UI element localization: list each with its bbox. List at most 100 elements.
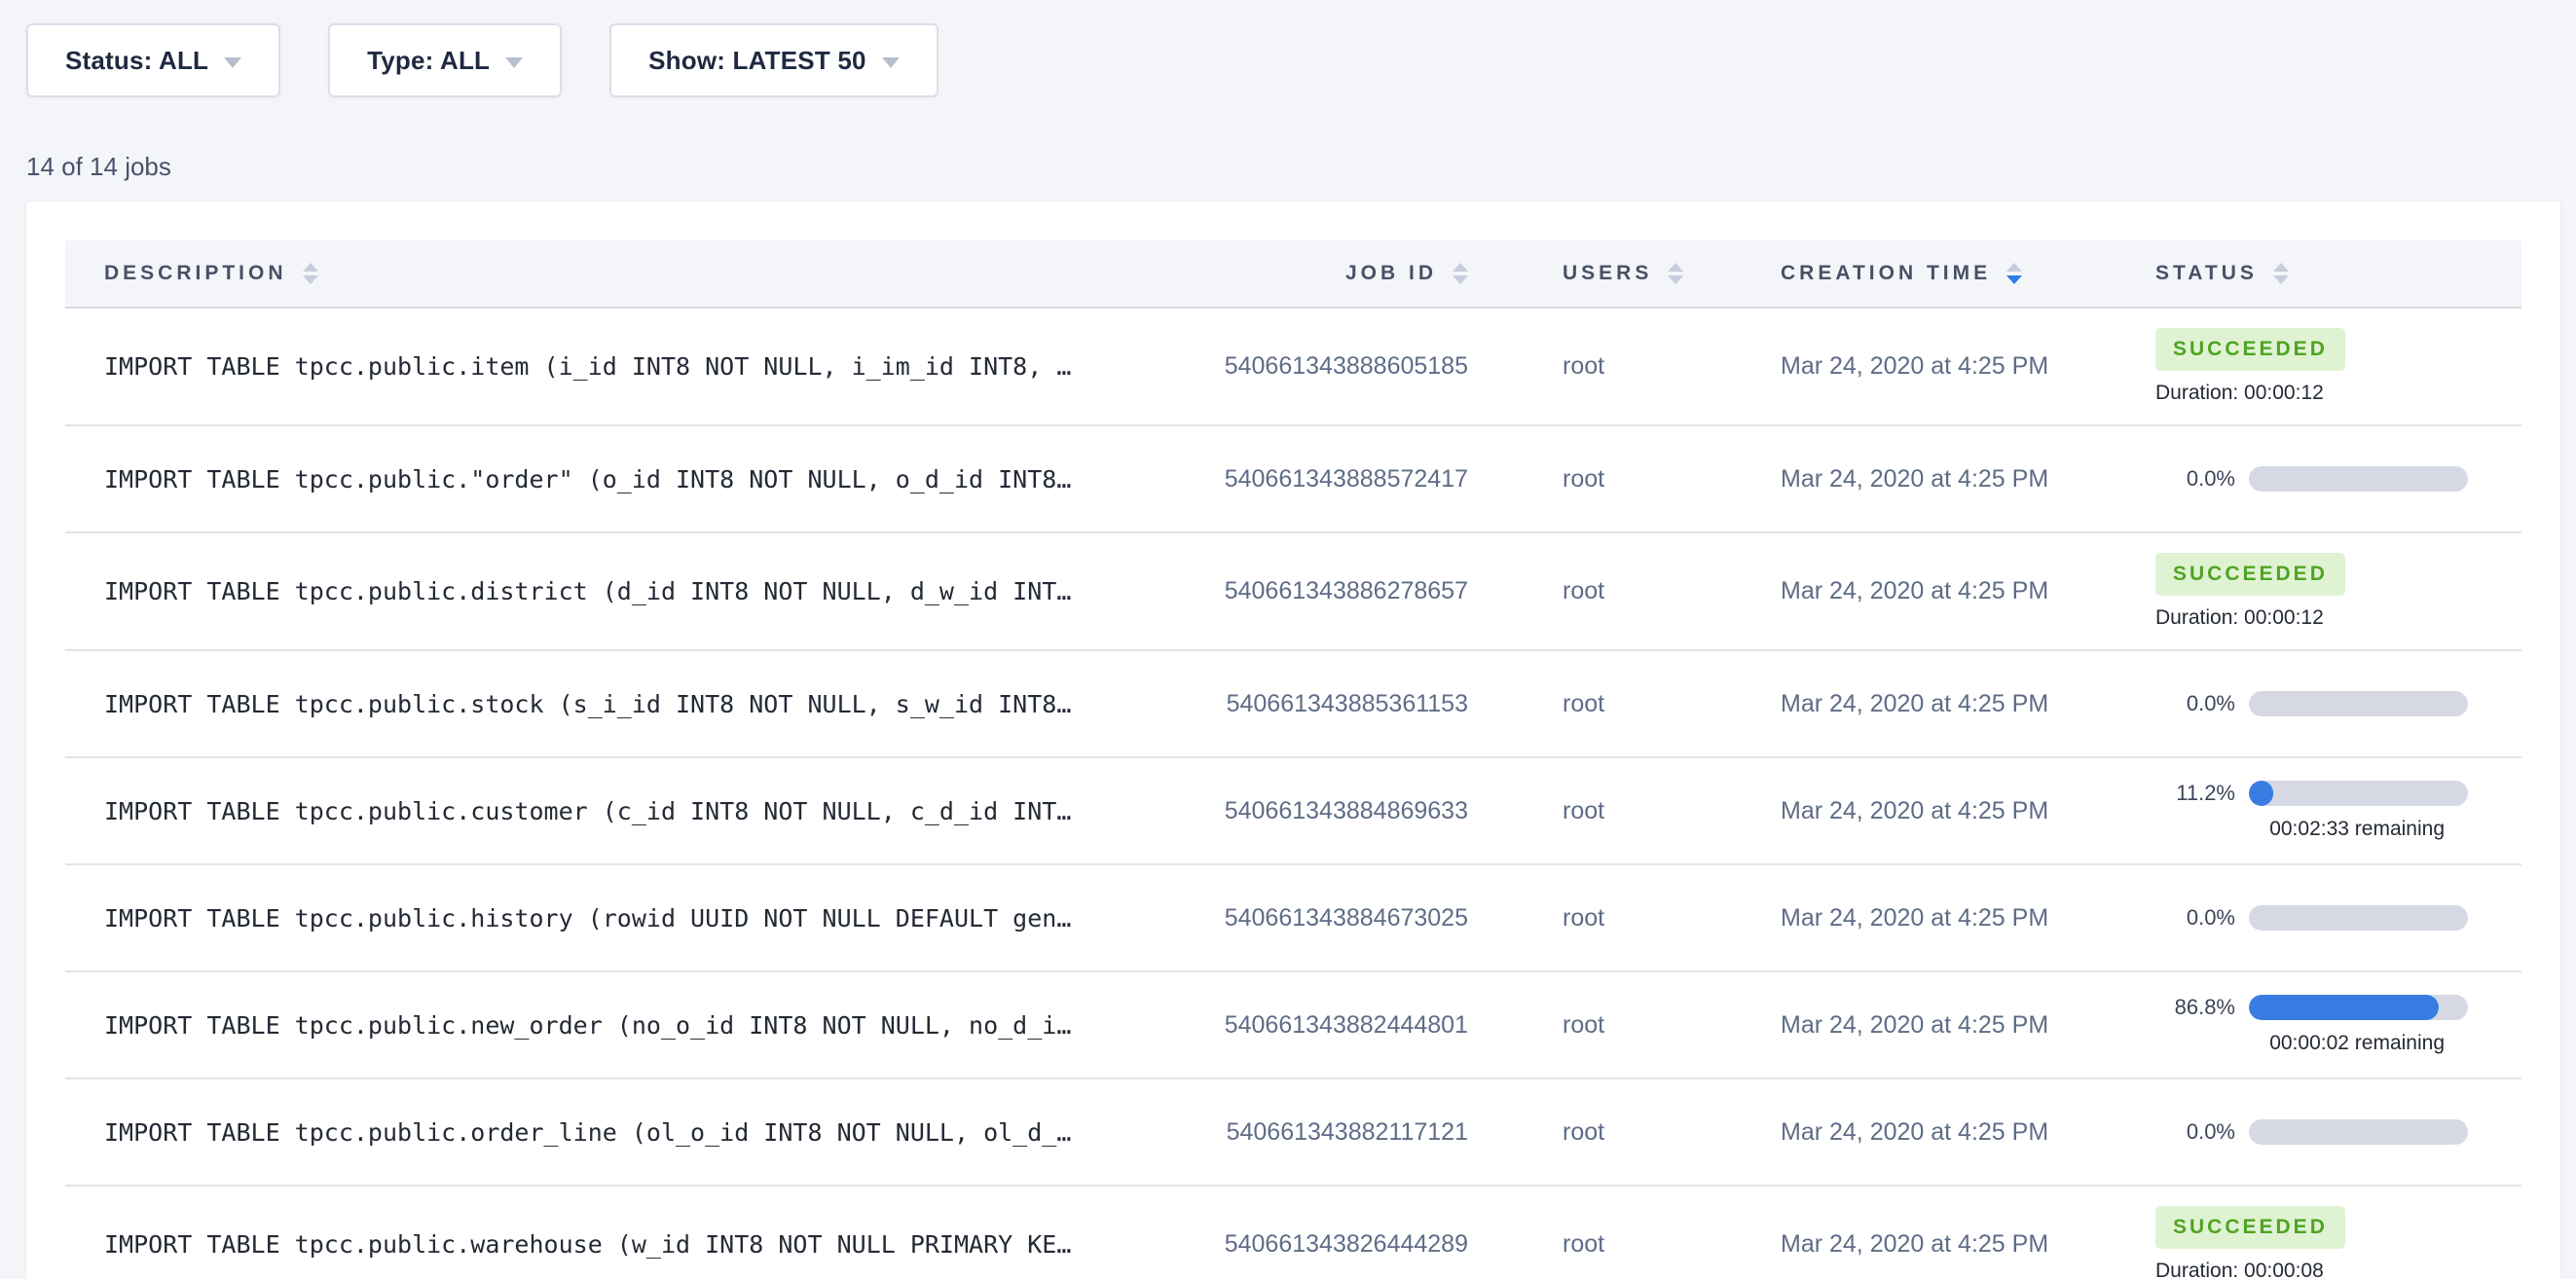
- job-id: 540661343826444289: [1236, 1230, 1509, 1259]
- job-user: root: [1509, 1118, 1728, 1147]
- chevron-down-icon: [505, 57, 523, 68]
- status-duration: Duration: 00:00:12: [2155, 382, 2324, 405]
- job-id: 540661343884869633: [1236, 797, 1509, 825]
- job-id: 540661343885361153: [1236, 690, 1509, 718]
- job-status-cell: 86.8% 00:00:02 remaining: [2103, 995, 2521, 1055]
- show-filter-label: Show: LATEST 50: [648, 46, 866, 76]
- job-user: root: [1509, 1230, 1728, 1259]
- progress-bar-fill: [2249, 995, 2439, 1020]
- job-creation-time: Mar 24, 2020 at 4:25 PM: [1728, 904, 2103, 932]
- job-user: root: [1509, 1011, 1728, 1040]
- job-description: IMPORT TABLE tpcc.public.warehouse (w_id…: [65, 1230, 1236, 1259]
- progress-bar-line: 0.0%: [2155, 905, 2468, 931]
- progress-percent: 0.0%: [2155, 466, 2235, 492]
- job-creation-time: Mar 24, 2020 at 4:25 PM: [1728, 1230, 2103, 1259]
- job-description: IMPORT TABLE tpcc.public."order" (o_id I…: [65, 465, 1236, 493]
- job-description: IMPORT TABLE tpcc.public.district (d_id …: [65, 577, 1236, 605]
- status-filter-dropdown[interactable]: Status: ALL: [26, 23, 280, 97]
- chevron-down-icon: [882, 57, 900, 68]
- job-status-cell: 11.2% 00:02:33 remaining: [2103, 781, 2521, 841]
- table-row: IMPORT TABLE tpcc.public.item (i_id INT8…: [65, 309, 2521, 426]
- column-header-description[interactable]: DESCRIPTION: [65, 262, 1236, 285]
- type-filter-dropdown[interactable]: Type: ALL: [328, 23, 562, 97]
- table-row: IMPORT TABLE tpcc.public.customer (c_id …: [65, 758, 2521, 865]
- job-description: IMPORT TABLE tpcc.public.customer (c_id …: [65, 797, 1236, 825]
- table-row: IMPORT TABLE tpcc.public.stock (s_i_id I…: [65, 651, 2521, 758]
- progress-percent: 0.0%: [2155, 1119, 2235, 1145]
- job-id: 540661343888605185: [1236, 352, 1509, 381]
- table-body: IMPORT TABLE tpcc.public.item (i_id INT8…: [65, 309, 2521, 1279]
- progress-bar-track: [2249, 905, 2468, 931]
- column-header-creation-time[interactable]: CREATION TIME: [1728, 262, 2103, 285]
- filters-bar: Status: ALL Type: ALL Show: LATEST 50: [0, 0, 2576, 97]
- job-description: IMPORT TABLE tpcc.public.order_line (ol_…: [65, 1118, 1236, 1147]
- job-user: root: [1509, 904, 1728, 932]
- job-id: 540661343888572417: [1236, 465, 1509, 493]
- progress-bar-track: [2249, 466, 2468, 492]
- column-header-status[interactable]: STATUS: [2103, 262, 2521, 285]
- table-header-row: DESCRIPTION JOB ID USERS CREATION TIME S…: [65, 240, 2521, 309]
- job-creation-time: Mar 24, 2020 at 4:25 PM: [1728, 352, 2103, 381]
- table-row: IMPORT TABLE tpcc.public."order" (o_id I…: [65, 426, 2521, 533]
- job-status-cell: 0.0%: [2103, 466, 2521, 492]
- column-header-job-id[interactable]: JOB ID: [1236, 262, 1509, 285]
- show-filter-dropdown[interactable]: Show: LATEST 50: [609, 23, 938, 97]
- job-description: IMPORT TABLE tpcc.public.stock (s_i_id I…: [65, 690, 1236, 718]
- job-creation-time: Mar 24, 2020 at 4:25 PM: [1728, 577, 2103, 605]
- status-filter-label: Status: ALL: [65, 46, 208, 76]
- job-user: root: [1509, 465, 1728, 493]
- job-creation-time: Mar 24, 2020 at 4:25 PM: [1728, 465, 2103, 493]
- job-status-cell: SUCCEEDED Duration: 00:00:12: [2103, 328, 2521, 405]
- progress-bar-track: [2249, 691, 2468, 716]
- jobs-page: Status: ALL Type: ALL Show: LATEST 50 14…: [0, 0, 2576, 1279]
- job-id: 540661343882444801: [1236, 1011, 1509, 1040]
- progress-percent: 0.0%: [2155, 905, 2235, 931]
- job-id: 540661343884673025: [1236, 904, 1509, 932]
- progress-bar-track: [2249, 1119, 2468, 1145]
- sort-icons: [1453, 263, 1468, 284]
- job-user: root: [1509, 577, 1728, 605]
- progress-bar-line: 11.2%: [2155, 781, 2468, 806]
- status-badge-succeeded: SUCCEEDED: [2155, 553, 2345, 596]
- job-status-cell: 0.0%: [2103, 905, 2521, 931]
- job-id: 540661343886278657: [1236, 577, 1509, 605]
- progress-time-remaining: 00:00:02 remaining: [2155, 1032, 2468, 1055]
- table-row: IMPORT TABLE tpcc.public.district (d_id …: [65, 533, 2521, 651]
- status-badge-succeeded: SUCCEEDED: [2155, 1206, 2345, 1249]
- table-row: IMPORT TABLE tpcc.public.order_line (ol_…: [65, 1079, 2521, 1187]
- status-duration: Duration: 00:00:12: [2155, 606, 2324, 630]
- status-badge-succeeded: SUCCEEDED: [2155, 328, 2345, 371]
- progress-bar-line: 0.0%: [2155, 691, 2468, 716]
- job-status-cell: 0.0%: [2103, 1119, 2521, 1145]
- job-status-cell: SUCCEEDED Duration: 00:00:12: [2103, 553, 2521, 630]
- sort-icons: [1668, 263, 1683, 284]
- table-row: IMPORT TABLE tpcc.public.new_order (no_o…: [65, 972, 2521, 1079]
- type-filter-label: Type: ALL: [367, 46, 490, 76]
- job-user: root: [1509, 797, 1728, 825]
- jobs-table-card: DESCRIPTION JOB ID USERS CREATION TIME S…: [26, 201, 2560, 1279]
- progress-percent: 86.8%: [2155, 995, 2235, 1020]
- sort-icons: [303, 263, 318, 284]
- chevron-down-icon: [224, 57, 241, 68]
- job-description: IMPORT TABLE tpcc.public.history (rowid …: [65, 904, 1236, 932]
- job-id: 540661343882117121: [1236, 1118, 1509, 1147]
- progress-bar-fill: [2249, 781, 2273, 806]
- progress-bar-track: [2249, 781, 2468, 806]
- table-row: IMPORT TABLE tpcc.public.warehouse (w_id…: [65, 1187, 2521, 1279]
- status-duration: Duration: 00:00:08: [2155, 1260, 2324, 1279]
- progress-bar-line: 0.0%: [2155, 466, 2468, 492]
- jobs-count-summary: 14 of 14 jobs: [26, 152, 2576, 182]
- sort-icons: [2006, 263, 2022, 284]
- progress-percent: 0.0%: [2155, 691, 2235, 716]
- job-creation-time: Mar 24, 2020 at 4:25 PM: [1728, 1011, 2103, 1040]
- job-status-cell: 0.0%: [2103, 691, 2521, 716]
- progress-percent: 11.2%: [2155, 781, 2235, 806]
- job-description: IMPORT TABLE tpcc.public.new_order (no_o…: [65, 1011, 1236, 1040]
- progress-bar-track: [2249, 995, 2468, 1020]
- progress-time-remaining: 00:02:33 remaining: [2155, 818, 2468, 841]
- job-status-cell: SUCCEEDED Duration: 00:00:08: [2103, 1206, 2521, 1279]
- progress-bar-line: 86.8%: [2155, 995, 2468, 1020]
- job-creation-time: Mar 24, 2020 at 4:25 PM: [1728, 797, 2103, 825]
- job-creation-time: Mar 24, 2020 at 4:25 PM: [1728, 690, 2103, 718]
- column-header-users[interactable]: USERS: [1509, 262, 1728, 285]
